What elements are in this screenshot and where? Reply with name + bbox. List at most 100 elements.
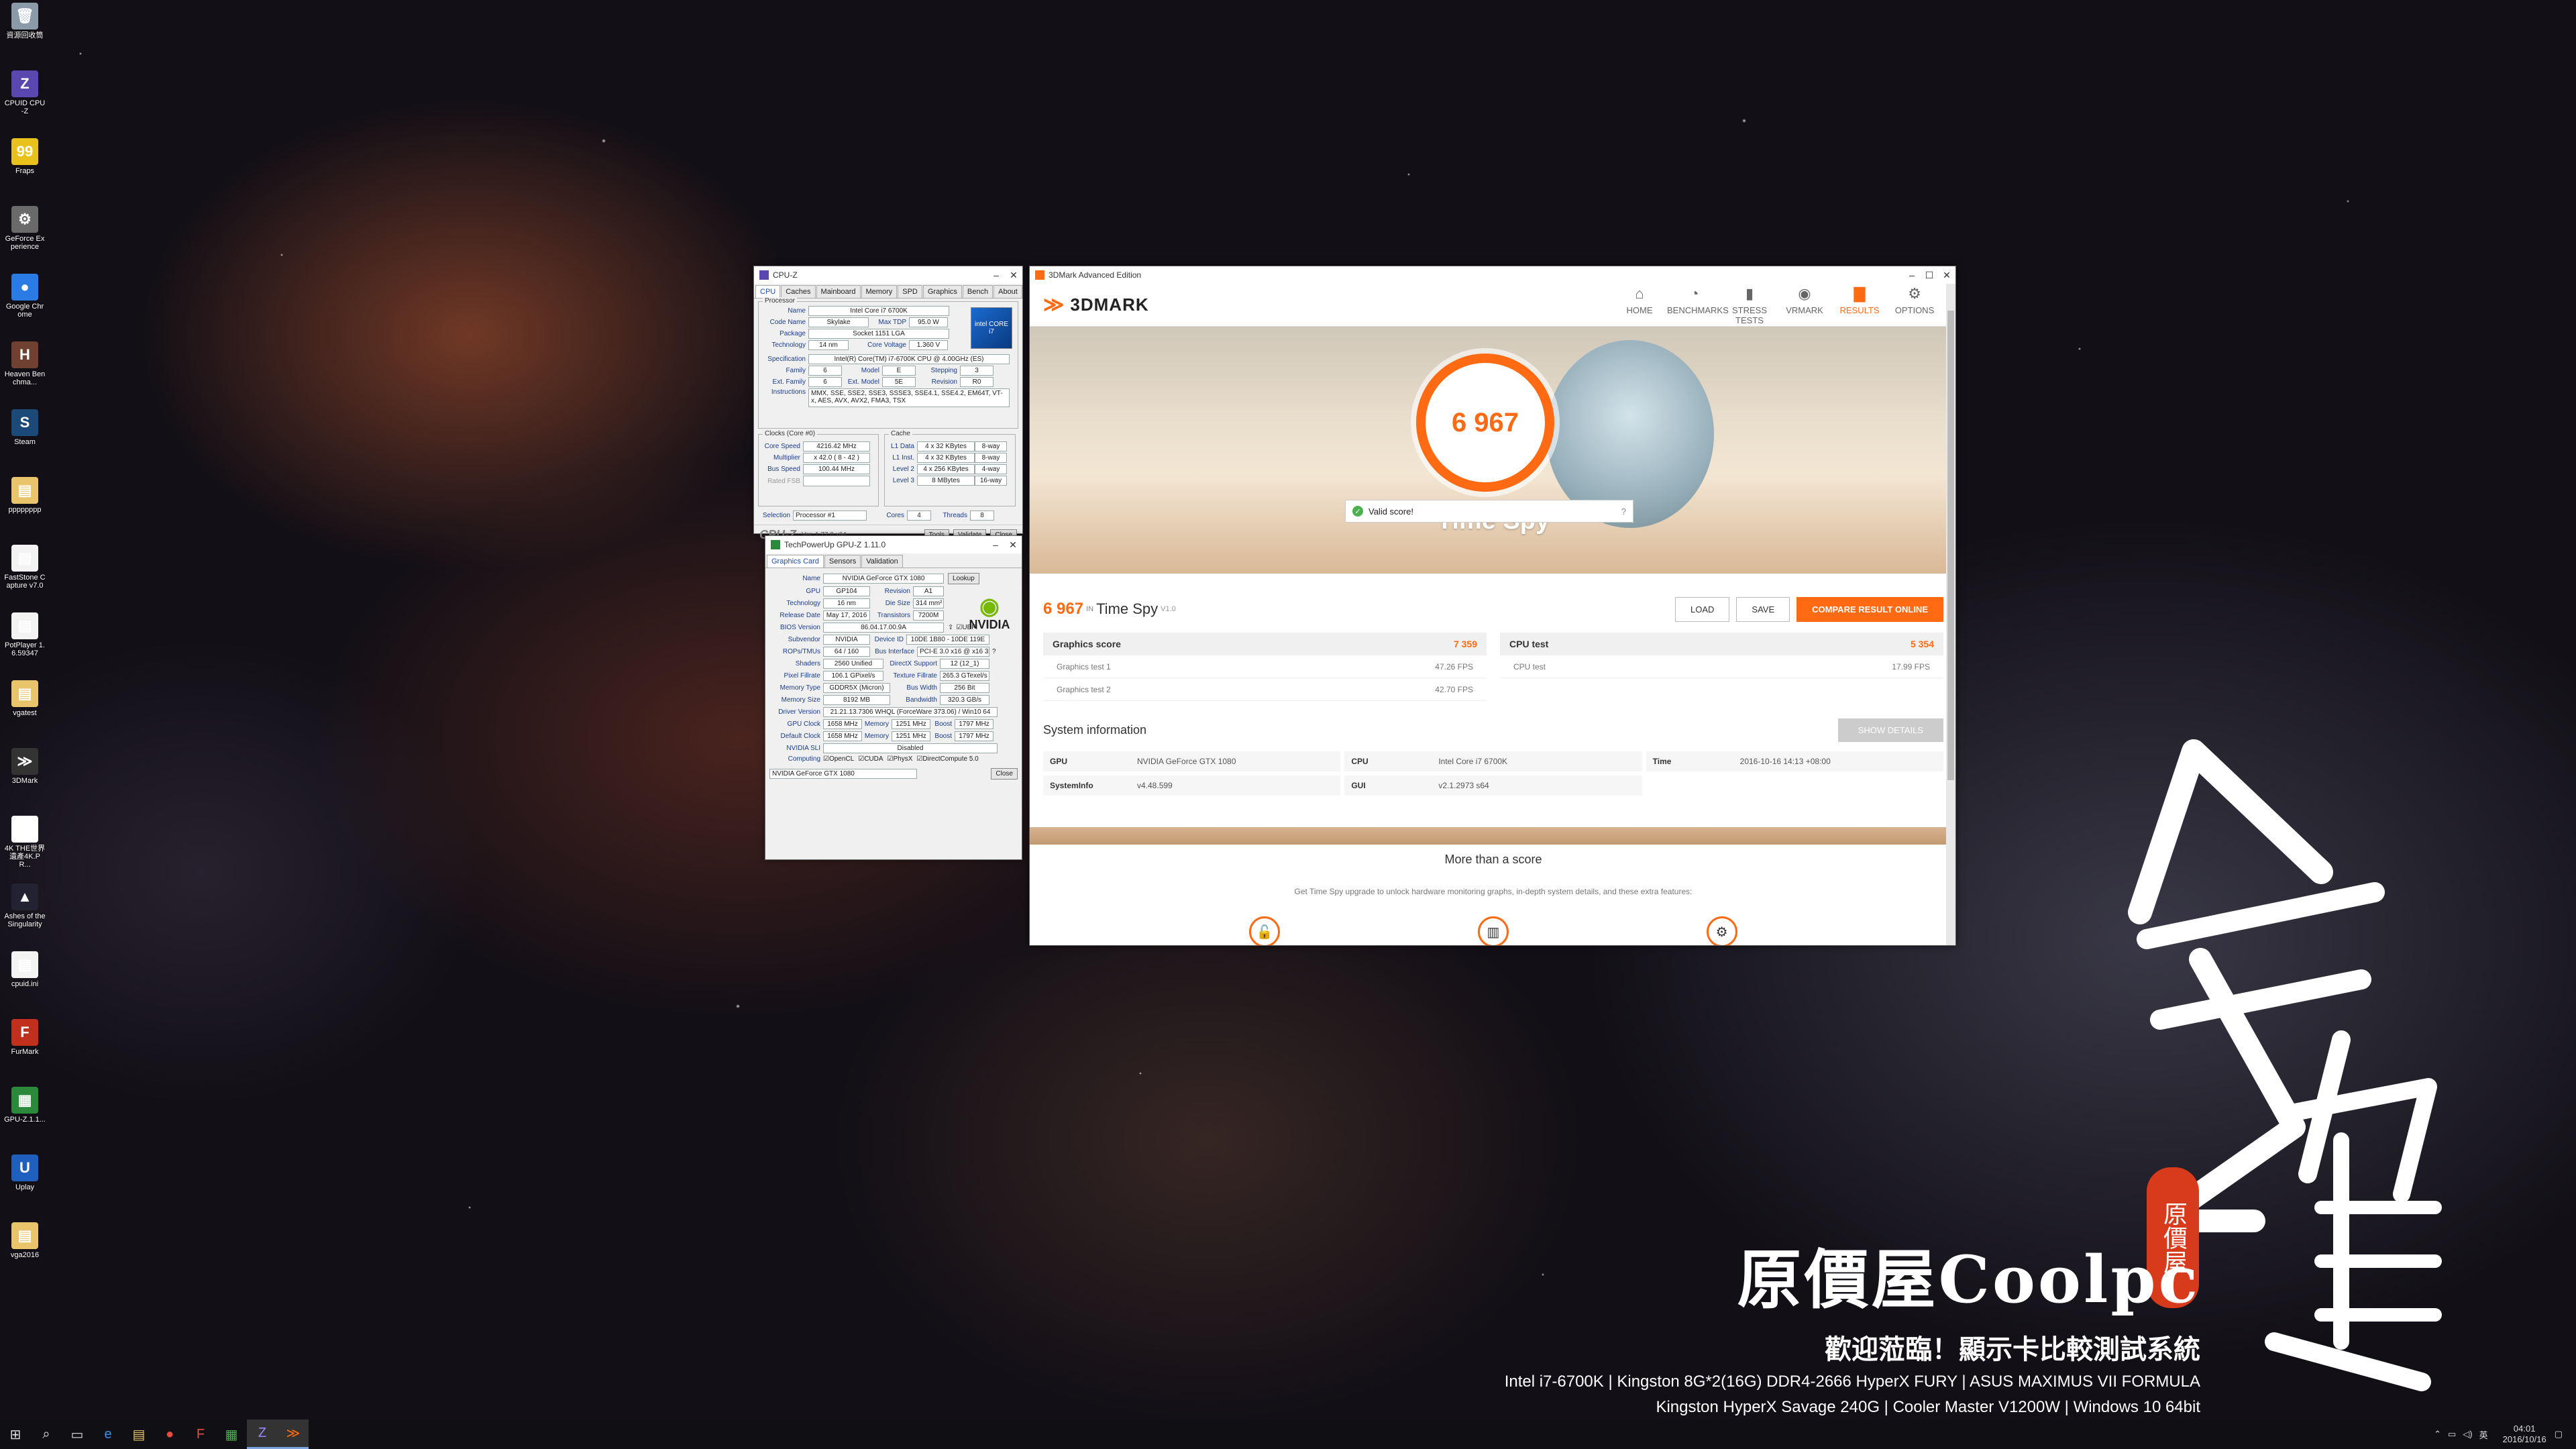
close-button[interactable]: Close [991,768,1018,780]
notification-icon[interactable]: ▢ [2555,1429,2563,1440]
desktop-icon[interactable]: F FurMark [4,1019,46,1056]
lookup-button[interactable]: Lookup [948,573,979,584]
multiplier-value: x 42.0 ( 8 - 42 ) [803,453,870,463]
minimize-button[interactable]: – [987,539,1004,550]
chrome-icon[interactable]: ● [154,1419,185,1449]
maximize-button[interactable]: ☐ [1921,270,1938,281]
nav-home[interactable]: ⌂ HOME [1612,285,1667,325]
help-icon[interactable]: ? [1621,506,1626,517]
desktop-icon[interactable]: ⚙ GeForce Experience [4,206,46,251]
3dmark-logo-icon: ≫ [1043,294,1065,316]
intel-core-i7-logo: intel CORE i7 [971,307,1012,349]
gpuz-taskbar-icon[interactable]: ▦ [216,1419,247,1449]
tab-about[interactable]: About [994,285,1022,298]
desktop-icon[interactable]: ▤ 4K THE世界遺產4K.PR... [4,816,46,869]
3dmark-taskbar-icon[interactable]: ≫ [278,1419,309,1449]
desktop-icon[interactable]: S Steam [4,409,46,446]
recycle-bin-icon: 🗑 [11,3,38,30]
desktop-icon[interactable]: ▤ vga2016 [4,1222,46,1259]
tab-bench[interactable]: Bench [962,285,994,298]
tab-memory[interactable]: Memory [861,285,898,298]
processor-select[interactable]: Processor #1 [793,511,867,521]
threads-value: 8 [970,511,994,521]
tab-validation[interactable]: Validation [861,555,903,568]
network-icon[interactable]: ▭ [2448,1429,2456,1440]
search-icon[interactable]: ⌕ [31,1419,62,1449]
system-information-heading: System information [1043,723,1147,737]
desktop-icon[interactable]: 🗑 資源回收筒 [4,3,46,40]
tray-up-arrow-icon[interactable]: ⌃ [2434,1429,2441,1440]
tab-caches[interactable]: Caches [781,285,816,298]
share-icon[interactable]: ⇪ [948,624,953,631]
tab-graphics[interactable]: Graphics [922,285,962,298]
close-button[interactable]: ✕ [1938,270,1955,281]
3dmark-titlebar[interactable]: 3DMark Advanced Edition – ☐ ✕ [1030,266,1955,284]
field-label: Shaders [795,660,820,667]
gpuz-titlebar[interactable]: TechPowerUp GPU-Z 1.11.0 – ✕ [765,536,1022,553]
cpuz-tabs: CPU Caches Mainboard Memory SPD Graphics Bench… [754,284,1022,299]
tab-cpu[interactable]: CPU [755,285,781,298]
edge-icon[interactable]: e [93,1419,123,1449]
desktop-icon[interactable]: Z CPUID CPU-Z [4,70,46,115]
close-button[interactable]: ✕ [1005,270,1022,281]
close-button[interactable]: ✕ [1004,539,1022,551]
start-button[interactable]: ⊞ [0,1419,31,1449]
tab-graphics-card[interactable]: Graphics Card [767,555,824,568]
tab-sensors[interactable]: Sensors [824,555,861,568]
folder-icon: ▤ [11,1222,38,1249]
minimize-button[interactable]: – [987,270,1005,280]
desktop-icon[interactable]: H Heaven Benchma... [4,341,46,386]
furmark-icon[interactable]: F [185,1419,216,1449]
cpu-name-value: Intel Core i7 6700K [808,306,949,316]
nav-benchmarks[interactable]: ◔ BENCHMARKS [1667,285,1729,325]
show-details-button[interactable]: SHOW DETAILS [1837,718,1943,742]
load-button[interactable]: LOAD [1675,596,1730,622]
cpuz-titlebar[interactable]: CPU-Z – ✕ [754,266,1022,284]
desktop-icon-label: GeForce Experience [5,235,45,251]
desktop-icon[interactable]: ▦ GPU-Z.1.1... [4,1087,46,1124]
nav-options-label: OPTIONS [1894,305,1935,315]
desktop-icon[interactable]: U Uplay [4,1155,46,1191]
cpuz-taskbar-icon[interactable]: Z [247,1419,278,1449]
cpuz-clocks-group: Clocks (Core #0) Core Speed 4216.42 MHz M… [758,430,879,506]
desktop-icon[interactable]: ▲ Ashes of the Singularity [4,883,46,928]
physx-checkbox: ☑ [887,755,894,763]
nav-vrmark[interactable]: ◉ VRMARK [1777,285,1832,325]
scrollbar[interactable] [1946,284,1955,945]
l3-way: 16-way [975,476,1007,486]
cpu-test-label: CPU test [1513,661,1546,672]
desktop-icon[interactable]: ▤ FastStone Capture v7.0 [4,545,46,590]
field-label: Transistors [877,612,910,619]
desktop-icon[interactable]: ● Google Chrome [4,274,46,319]
nav-results[interactable]: ▇ RESULTS [1832,285,1887,325]
file-icon: ▤ [11,951,38,978]
minimize-button[interactable]: – [1903,270,1921,280]
bus-width-value: 256 Bit [940,683,989,693]
nav-options[interactable]: ⚙ OPTIONS [1887,285,1942,325]
nav-stress-tests[interactable]: ▮ STRESS TESTS [1722,285,1777,325]
save-button[interactable]: SAVE [1736,596,1790,622]
file-explorer-icon[interactable]: ▤ [123,1419,154,1449]
desktop-icon[interactable]: ▤ cpuid.ini [4,951,46,988]
valid-score-text: Valid score! [1368,506,1413,517]
desktop-icon[interactable]: ≫ 3DMark [4,748,46,785]
compare-online-button[interactable]: COMPARE RESULT ONLINE [1796,596,1943,622]
help-icon[interactable]: ? [992,648,996,655]
field-label: Device ID [874,636,904,643]
desktop-icon[interactable]: ▤ pppppppp [4,477,46,514]
desktop-icon[interactable]: 99 Fraps [4,138,46,175]
gpu-select-dropdown[interactable]: NVIDIA GeForce GTX 1080 [769,769,917,779]
task-view-icon[interactable]: ▭ [62,1419,93,1449]
model-value: E [882,366,916,376]
volume-icon[interactable]: ◁) [2463,1429,2472,1440]
tab-spd[interactable]: SPD [898,285,922,298]
ime-icon[interactable]: 英 [2479,1428,2488,1441]
field-label: Core Voltage [867,341,906,349]
desktop-icon[interactable]: ▤ vgatest [4,680,46,717]
transistors-value: 7200M [913,610,944,621]
desktop-icon[interactable]: ▤ PotPlayer 1.6.59347 [4,612,46,657]
bus-interface-value: PCI-E 3.0 x16 @ x16 3.0 [917,647,989,657]
clock[interactable]: 04:01 2016/10/16 [2503,1424,2546,1445]
tab-mainboard[interactable]: Mainboard [816,285,861,298]
nav-results-label: RESULTS [1839,305,1880,315]
